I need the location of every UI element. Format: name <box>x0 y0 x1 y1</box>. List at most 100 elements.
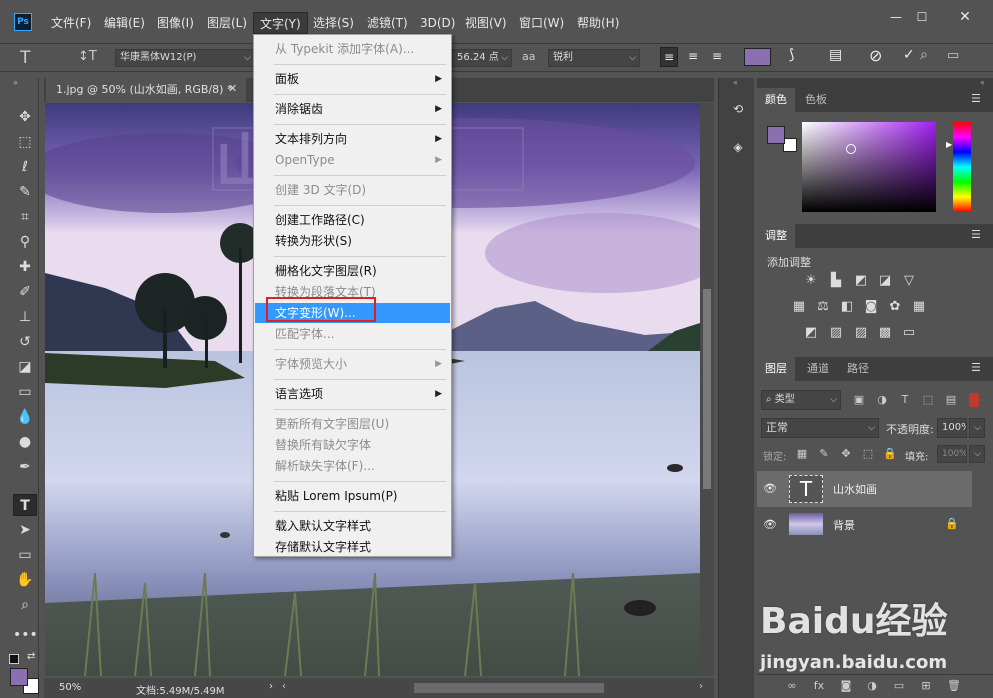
menu-1[interactable]: 编辑(E) <box>98 12 151 34</box>
new-group-icon[interactable]: ▭ <box>892 679 906 693</box>
panel-menu-icon[interactable]: ☰ <box>971 228 981 241</box>
filter-adjust-icon[interactable]: ◑ <box>875 393 889 407</box>
menu-3[interactable]: 图层(L) <box>201 12 253 34</box>
menu-6[interactable]: 滤镜(T) <box>361 12 414 34</box>
healing-brush-tool-icon[interactable]: ✚ <box>13 256 37 278</box>
tab-color[interactable]: 颜色 <box>757 88 795 112</box>
fill-input[interactable]: 100% <box>937 445 967 463</box>
3d-panel-icon[interactable]: ◈ <box>727 136 749 158</box>
collapse-icon[interactable]: » <box>13 78 18 87</box>
lock-position-icon[interactable]: ✥ <box>839 447 853 461</box>
character-panel-icon[interactable]: ▤ <box>829 47 842 63</box>
lock-all-icon[interactable]: 🔒 <box>883 447 897 461</box>
text-menu-item[interactable]: 粘贴 Lorem Ipsum(P) <box>255 486 450 506</box>
eraser-tool-icon[interactable]: ◪ <box>13 356 37 378</box>
lock-artboard-icon[interactable]: ⬚ <box>861 447 875 461</box>
dodge-tool-icon[interactable]: ● <box>13 431 37 453</box>
quick-select-tool-icon[interactable]: ✎ <box>13 181 37 203</box>
foreground-color-chip[interactable] <box>767 126 785 144</box>
color-field[interactable] <box>802 122 936 212</box>
tab-swatches[interactable]: 色板 <box>797 88 835 112</box>
opacity-input[interactable]: 100% <box>937 418 967 438</box>
align-left-button[interactable]: ≡ <box>660 47 678 67</box>
menu-0[interactable]: 文件(F) <box>45 12 97 34</box>
font-family-dropdown[interactable]: 华康黑体W12(P) ⌵ <box>115 49 255 67</box>
text-menu-item[interactable]: 创建工作路径(C) <box>255 210 450 230</box>
hue-saturation-icon[interactable]: ▦ <box>791 300 807 314</box>
black-white-icon[interactable]: ◧ <box>839 300 855 314</box>
align-center-button[interactable]: ≡ <box>684 47 702 67</box>
new-layer-icon[interactable]: ⊞ <box>919 679 933 693</box>
brush-tool-icon[interactable]: ✐ <box>13 281 37 303</box>
layer-row-text[interactable]: 👁 T 山水如画 <box>757 471 972 507</box>
hand-tool-icon[interactable]: ✋ <box>13 569 37 591</box>
text-menu-item[interactable]: 栅格化文字图层(R) <box>255 261 450 281</box>
visibility-eye-icon[interactable]: 👁 <box>763 482 777 496</box>
channel-mixer-icon[interactable]: ✿ <box>887 300 903 314</box>
toggle-text-orientation-icon[interactable]: ↕T <box>78 49 97 64</box>
crop-tool-icon[interactable]: ⌗ <box>13 206 37 228</box>
pen-tool-icon[interactable]: ✒ <box>13 456 37 478</box>
levels-icon[interactable]: ▙ <box>828 274 844 288</box>
type-tool-preset-icon[interactable]: T <box>20 49 30 67</box>
antialias-dropdown[interactable]: 锐利 ⌵ <box>548 49 640 67</box>
history-brush-tool-icon[interactable]: ↺ <box>13 331 37 353</box>
layer-filter-dropdown[interactable]: ⌕ 类型 ⌵ <box>761 390 841 410</box>
invert-icon[interactable]: ◩ <box>803 326 819 340</box>
color-lookup-icon[interactable]: ▦ <box>911 300 927 314</box>
path-select-tool-icon[interactable]: ➤ <box>13 519 37 541</box>
menu-10[interactable]: 帮助(H) <box>571 12 625 34</box>
photo-filter-icon[interactable]: ◙ <box>863 300 879 314</box>
menu-2[interactable]: 图像(I) <box>151 12 200 34</box>
minimize-button[interactable]: — <box>888 10 904 24</box>
text-menu-item[interactable]: 语言选项 ▶ <box>255 384 450 404</box>
threshold-icon[interactable]: ▨ <box>853 326 869 340</box>
lock-transparent-icon[interactable]: ▦ <box>795 447 809 461</box>
brightness-icon[interactable]: ☀ <box>803 274 819 288</box>
workspace-icon[interactable]: ▭ <box>947 48 959 63</box>
collapse-icon[interactable]: « <box>733 78 738 87</box>
menu-7[interactable]: 3D(D) <box>414 12 461 34</box>
gradient-map-icon[interactable]: ▭ <box>901 326 917 340</box>
clone-stamp-tool-icon[interactable]: ⊥ <box>13 306 37 328</box>
panel-menu-icon[interactable]: ☰ <box>971 361 981 374</box>
filter-shape-icon[interactable]: ⬚ <box>921 393 935 407</box>
panel-menu-icon[interactable]: ☰ <box>971 92 981 105</box>
warp-text-icon[interactable]: ⟆ <box>789 47 794 63</box>
text-menu-item[interactable]: 文本排列方向 ▶ <box>255 129 450 149</box>
close-tab-icon[interactable]: ✕ <box>228 82 237 95</box>
shape-tool-icon[interactable]: ▭ <box>13 544 37 566</box>
tab-paths[interactable]: 路径 <box>839 357 877 381</box>
history-panel-icon[interactable]: ⟲ <box>727 98 749 120</box>
filter-toggle-icon[interactable] <box>969 393 979 407</box>
status-arrow-icon[interactable]: › <box>269 681 273 692</box>
tab-channels[interactable]: 通道 <box>799 357 837 381</box>
zoom-level[interactable]: 50% <box>59 682 81 693</box>
layer-row-background[interactable]: 👁 背景 🔒 <box>757 507 972 543</box>
background-color-chip[interactable] <box>783 138 797 152</box>
font-size-dropdown[interactable]: 56.24 点 ⌵ <box>452 49 512 67</box>
type-tool-icon[interactable]: T <box>13 494 37 516</box>
filter-image-icon[interactable]: ▣ <box>852 393 866 407</box>
default-colors-icon[interactable] <box>9 654 19 664</box>
filter-smart-icon[interactable]: ▤ <box>944 393 958 407</box>
zoom-tool-icon[interactable]: ⌕ <box>13 594 37 616</box>
align-right-button[interactable]: ≡ <box>708 47 726 67</box>
posterize-icon[interactable]: ▨ <box>828 326 844 340</box>
eyedropper-tool-icon[interactable]: ⚲ <box>13 231 37 253</box>
blend-mode-dropdown[interactable]: 正常 ⌵ <box>761 418 879 438</box>
link-layers-icon[interactable]: ∞ <box>785 679 799 693</box>
menu-5[interactable]: 选择(S) <box>307 12 360 34</box>
gradient-tool-icon[interactable]: ▭ <box>13 381 37 403</box>
new-adjustment-icon[interactable]: ◑ <box>865 679 879 693</box>
document-tab[interactable]: 1.jpg @ 50% (山水如画, RGB/8) * <box>46 78 246 102</box>
lock-pixels-icon[interactable]: ✎ <box>817 447 831 461</box>
horizontal-scrollbar[interactable] <box>414 683 604 693</box>
commit-edit-icon[interactable]: ✓ <box>903 47 915 63</box>
foreground-color-swatch[interactable] <box>10 668 28 686</box>
cancel-edit-icon[interactable]: ⊘ <box>869 46 882 65</box>
text-menu-item[interactable]: 面板 ▶ <box>255 69 450 89</box>
lasso-tool-icon[interactable]: ℓ <box>13 156 37 178</box>
close-window-button[interactable]: ✕ <box>957 10 973 24</box>
text-menu-item[interactable]: 载入默认文字样式 <box>255 516 450 536</box>
